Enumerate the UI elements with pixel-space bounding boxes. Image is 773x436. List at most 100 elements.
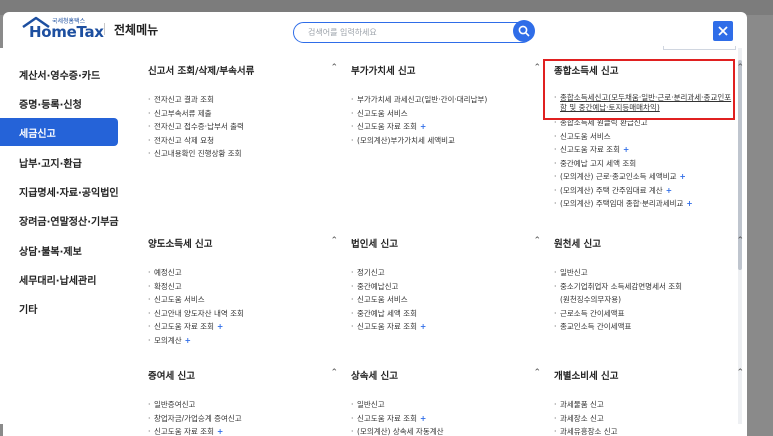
menu-link[interactable]: 정기신고 xyxy=(351,266,551,280)
menu-link[interactable]: (모의계산) 주택임대 종합·분리과세비교+ xyxy=(554,197,754,211)
menu-link-label: (모의계산) 근로·종교인소득 세액비교 xyxy=(560,172,677,181)
menu-link[interactable]: 전자신고 접수증·납부서 출력 xyxy=(148,120,348,134)
menu-link[interactable]: 신고도움 자료 조회+ xyxy=(554,143,754,157)
menu-link[interactable]: 중간예납 세액 조회 xyxy=(351,307,551,321)
plus-icon[interactable]: + xyxy=(623,145,629,154)
menu-link[interactable]: 신고도움 서비스 xyxy=(351,107,551,121)
menu-link-label: 신고도움 자료 조회 xyxy=(154,322,214,331)
section-header[interactable]: 상속세 신고 ⌃ xyxy=(351,368,551,384)
section-header[interactable]: 부가가치세 신고 ⌃ xyxy=(351,63,551,79)
section-header[interactable]: 법인세 신고 ⌃ xyxy=(351,236,551,252)
sidebar-item-tax-filing[interactable]: 세금신고 xyxy=(0,118,118,146)
section-header[interactable]: 증여세 신고 ⌃ xyxy=(148,368,348,384)
menu-link-label: 모의계산 xyxy=(154,335,182,345)
menu-link[interactable]: (모의계산) 근로·종교인소득 세액비교+ xyxy=(554,170,754,184)
menu-link[interactable]: 신고부속서류 제출 xyxy=(148,107,348,121)
chevron-up-icon[interactable]: ⌃ xyxy=(533,63,541,73)
menu-link[interactable]: 부가가치세 과세신고(일반·간이·대리납부) xyxy=(351,93,551,107)
menu-link-continued[interactable]: (원천징수의무자용) xyxy=(554,293,754,307)
menu-link[interactable]: 신고도움 자료 조회+ xyxy=(351,320,551,334)
plus-icon[interactable]: + xyxy=(420,414,426,423)
sidebar-item-certificate[interactable]: 증명·등록·신청 xyxy=(0,89,118,117)
plus-icon[interactable]: + xyxy=(420,322,426,331)
menu-link[interactable]: 과세유흥장소 신고 xyxy=(554,425,754,436)
section-header[interactable]: 양도소득세 신고 ⌃ xyxy=(148,236,348,252)
sidebar-item-incentive[interactable]: 장려금·연말정산·기부금 xyxy=(0,206,119,234)
menu-link[interactable]: 전자신고 삭제 요청 xyxy=(148,134,348,148)
menu-link-label: 신고도움 자료 조회 xyxy=(357,413,417,423)
menu-link[interactable]: 신고내용확인 진행상황 조회 xyxy=(148,147,348,161)
section-items: 일반신고 신고도움 자료 조회+ (모의계산) 상속세 자동계산 xyxy=(351,398,551,436)
plus-icon[interactable]: + xyxy=(185,336,191,345)
menu-link[interactable]: 중간예납 고지 세액 조회 xyxy=(554,157,754,171)
menu-link[interactable]: 신고도움 자료 조회+ xyxy=(148,320,348,334)
chevron-up-icon[interactable]: ⌃ xyxy=(330,368,338,378)
menu-link[interactable]: 신고도움 자료 조회+ xyxy=(351,412,551,426)
chevron-up-icon[interactable]: ⌃ xyxy=(736,368,744,378)
section-title: 상속세 신고 xyxy=(351,371,399,382)
search-placeholder: 검색어를 입력하세요 xyxy=(308,28,377,37)
sidebar-item-payment[interactable]: 납부·고지·환급 xyxy=(0,148,118,176)
menu-link[interactable]: 과세물품 신고 xyxy=(554,398,754,412)
menu-link[interactable]: 근로소득 간이세액표 xyxy=(554,307,754,321)
hometax-logo[interactable]: 국세청홈택스 HomeTax xyxy=(21,16,104,42)
menu-link[interactable]: 예정신고 xyxy=(148,266,348,280)
sidebar-item-invoice[interactable]: 계산서·영수증·카드 xyxy=(0,60,118,88)
menu-link[interactable]: 모의계산+ xyxy=(148,334,348,348)
sidebar-item-payment-statement[interactable]: 지급명세·자료·공익법인 xyxy=(0,177,119,205)
menu-link[interactable]: 종교인소득 간이세액표 xyxy=(554,320,754,334)
section-header[interactable]: 개별소비세 신고 ⌃ xyxy=(554,368,754,384)
section-title: 법인세 신고 xyxy=(351,239,399,250)
plus-icon[interactable]: + xyxy=(686,199,692,208)
menu-link[interactable]: 신고안내 양도자산 내역 조회 xyxy=(148,307,348,321)
search-button[interactable] xyxy=(513,20,535,42)
search-input[interactable]: 검색어를 입력하세요 xyxy=(293,22,533,43)
sidebar-item-etc[interactable]: 기타 xyxy=(0,294,118,322)
chevron-up-icon[interactable]: ⌃ xyxy=(330,63,338,73)
menu-link[interactable]: 일반신고 xyxy=(351,398,551,412)
menu-link[interactable]: 신고도움 서비스 xyxy=(148,293,348,307)
menu-link[interactable]: 신고도움 서비스 xyxy=(554,130,754,144)
chevron-up-icon[interactable]: ⌃ xyxy=(533,368,541,378)
section-title: 부가가치세 신고 xyxy=(351,66,416,77)
menu-link[interactable]: 창업자금/가업승계 증여신고 xyxy=(148,412,348,426)
plus-icon[interactable]: + xyxy=(217,427,223,436)
menu-link[interactable]: 중소기업취업자 소득세감면명세서 조회 xyxy=(554,280,754,294)
menu-link[interactable]: 중간예납신고 xyxy=(351,280,551,294)
menu-link[interactable]: 일반신고 xyxy=(554,266,754,280)
chevron-up-icon[interactable]: ⌃ xyxy=(330,236,338,246)
menu-link[interactable]: (모의계산) 상속세 자동계산 xyxy=(351,425,551,436)
section-header[interactable]: 원천세 신고 ⌃ xyxy=(554,236,754,252)
menu-link[interactable]: 전자신고 결과 조회 xyxy=(148,93,348,107)
plus-icon[interactable]: + xyxy=(666,186,672,195)
highlight-box xyxy=(543,59,735,120)
plus-icon[interactable]: + xyxy=(420,122,426,131)
chevron-up-icon[interactable]: ⌃ xyxy=(736,63,744,73)
sidebar: 계산서·영수증·카드 증명·등록·신청 세금신고 납부·고지·환급 지급명세·자… xyxy=(0,48,119,424)
menu-link[interactable]: (모의계산)부가가치세 세액비교 xyxy=(351,134,551,148)
menu-link[interactable]: 신고도움 자료 조회+ xyxy=(148,425,348,436)
section-title: 증여세 신고 xyxy=(148,371,196,382)
menu-link[interactable]: (모의계산) 주택 간주임대료 계산+ xyxy=(554,184,754,198)
section-items: 예정신고 확정신고 신고도움 서비스 신고안내 양도자산 내역 조회 신고도움 … xyxy=(148,266,348,347)
chevron-up-icon[interactable]: ⌃ xyxy=(533,236,541,246)
menu-link[interactable]: 일반증여신고 xyxy=(148,398,348,412)
menu-link-label: 신고도움 자료 조회 xyxy=(357,322,417,331)
menu-link[interactable]: 과세장소 신고 xyxy=(554,412,754,426)
sidebar-item-agent[interactable]: 세무대리·납세관리 xyxy=(0,265,118,293)
section-header[interactable]: 신고서 조회/삭제/부속서류 ⌃ xyxy=(148,63,348,79)
menu-link-label: (모의계산) 주택임대 종합·분리과세비교 xyxy=(560,199,684,208)
section-title: 신고서 조회/삭제/부속서류 xyxy=(148,66,255,77)
section-title: 양도소득세 신고 xyxy=(148,239,213,250)
search-icon xyxy=(518,25,530,37)
sidebar-item-consulting[interactable]: 상담·불복·제보 xyxy=(0,236,118,264)
logo-text: HomeTax xyxy=(29,23,104,41)
section-title: 원천세 신고 xyxy=(554,239,602,250)
plus-icon[interactable]: + xyxy=(217,322,223,331)
plus-icon[interactable]: + xyxy=(680,172,686,181)
menu-link[interactable]: 신고도움 서비스 xyxy=(351,293,551,307)
close-button[interactable] xyxy=(713,21,733,41)
menu-link[interactable]: 신고도움 자료 조회+ xyxy=(351,120,551,134)
menu-link[interactable]: 확정신고 xyxy=(148,280,348,294)
chevron-up-icon[interactable]: ⌃ xyxy=(736,236,744,246)
